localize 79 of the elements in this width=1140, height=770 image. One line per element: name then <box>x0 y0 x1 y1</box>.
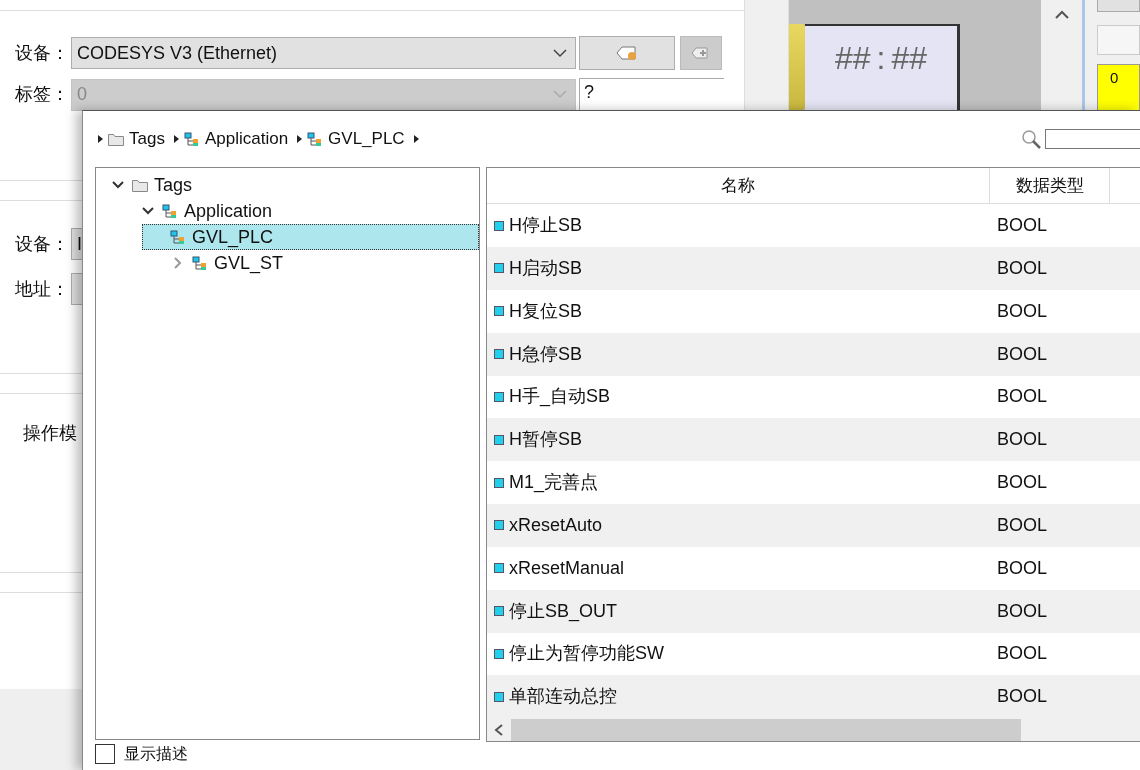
variable-icon <box>493 390 505 403</box>
variable-icon <box>493 519 505 532</box>
table-cell-text: H停止SB <box>509 214 582 238</box>
tree-item[interactable]: Application <box>96 198 277 224</box>
chevron-down-icon[interactable] <box>141 206 155 216</box>
hierarchy-icon <box>307 131 324 147</box>
clock-minutes: ## <box>891 39 928 78</box>
search-field[interactable] <box>1045 129 1140 149</box>
table-cell-text: H复位SB <box>509 299 582 323</box>
variable-icon <box>493 348 505 361</box>
table-cell-text: BOOL <box>996 256 1049 280</box>
device-select[interactable]: CODESYS V3 (Ethernet) <box>71 37 576 69</box>
table-cell-text: 停止为暂停功能SW <box>509 642 664 666</box>
field-label: 设备： <box>15 41 69 65</box>
chevron-down-icon[interactable] <box>111 180 125 190</box>
column-header[interactable]: 名称 <box>487 168 990 204</box>
search-icon <box>1020 129 1041 149</box>
breadcrumb-arrow-icon[interactable] <box>173 135 179 143</box>
table-cell-text: H暂停SB <box>509 428 582 452</box>
variable-icon <box>493 605 505 618</box>
table-cell-text: 停止SB_OUT <box>509 599 618 624</box>
table-cell-text: M1_完善点 <box>509 471 598 495</box>
breadcrumb-arrow-icon[interactable] <box>413 135 419 143</box>
table-cell-text: 单部连动总控 <box>509 685 617 709</box>
table-cell-text: H急停SB <box>509 342 582 366</box>
breadcrumb-arrow-icon[interactable] <box>98 135 103 143</box>
breadcrumb-item[interactable]: Tags <box>129 126 165 152</box>
variable-icon <box>493 219 505 232</box>
clock-separator: : <box>876 39 886 78</box>
chevron-down-icon <box>553 48 567 58</box>
table-cell-text: xResetAuto <box>509 513 603 537</box>
breadcrumb-arrow-icon[interactable] <box>297 135 303 143</box>
variable-icon <box>493 476 505 489</box>
table-cell-text: H启动SB <box>509 256 582 280</box>
column-header[interactable]: 数据类型 <box>990 168 1110 204</box>
table-cell-text: BOOL <box>996 599 1049 623</box>
table-cell-text: BOOL <box>996 214 1049 238</box>
hierarchy-icon <box>183 131 200 147</box>
clock-hours: ## <box>834 39 871 78</box>
table-cell-text: BOOL <box>996 556 1049 580</box>
checkbox-label: 显示描述 <box>124 744 188 764</box>
chevron-down-icon <box>553 90 567 99</box>
tree-item[interactable]: GVL_PLC <box>142 224 479 250</box>
variable-icon <box>493 433 505 446</box>
table-cell-text: BOOL <box>996 642 1049 666</box>
folder-icon <box>132 178 148 192</box>
folder-icon <box>108 132 124 146</box>
breadcrumb-item[interactable]: GVL_PLC <box>328 126 405 152</box>
variable-icon <box>493 262 505 275</box>
variable-icon <box>493 690 505 703</box>
checkbox[interactable] <box>95 744 115 764</box>
tree-item[interactable]: GVL_ST <box>96 250 288 276</box>
hierarchy-icon <box>170 229 186 245</box>
table-cell-text: H手_自动SB <box>509 385 611 409</box>
table-cell-text: BOOL <box>996 299 1049 323</box>
table-cell-text: BOOL <box>996 385 1049 409</box>
field-label: 标签： <box>15 83 69 106</box>
variable-icon <box>493 562 505 575</box>
chevron-right-icon[interactable] <box>173 256 183 270</box>
hierarchy-icon <box>162 203 178 219</box>
field-label: 操作模 <box>23 422 78 445</box>
variable-icon <box>493 305 505 318</box>
scrollbar-thumb[interactable] <box>511 718 1021 741</box>
tree-item[interactable]: Tags <box>96 172 197 198</box>
table-cell-text: BOOL <box>996 685 1049 709</box>
table-cell-text: BOOL <box>996 471 1049 495</box>
table-cell-text: BOOL <box>996 513 1049 537</box>
breadcrumb-item[interactable]: Application <box>204 126 289 152</box>
scroll-up-icon[interactable] <box>1054 10 1069 19</box>
table-cell-text: BOOL <box>996 342 1049 366</box>
tag-icon <box>616 45 638 61</box>
variable-icon <box>493 647 505 660</box>
tag-add-icon <box>691 46 711 60</box>
field-label: 地址： <box>15 277 69 301</box>
table-cell-text: xResetManual <box>509 556 625 580</box>
field-label: 设备： <box>15 232 69 256</box>
table-cell-text: BOOL <box>996 428 1049 452</box>
scroll-left-icon[interactable] <box>494 723 504 736</box>
hierarchy-icon <box>192 255 208 271</box>
